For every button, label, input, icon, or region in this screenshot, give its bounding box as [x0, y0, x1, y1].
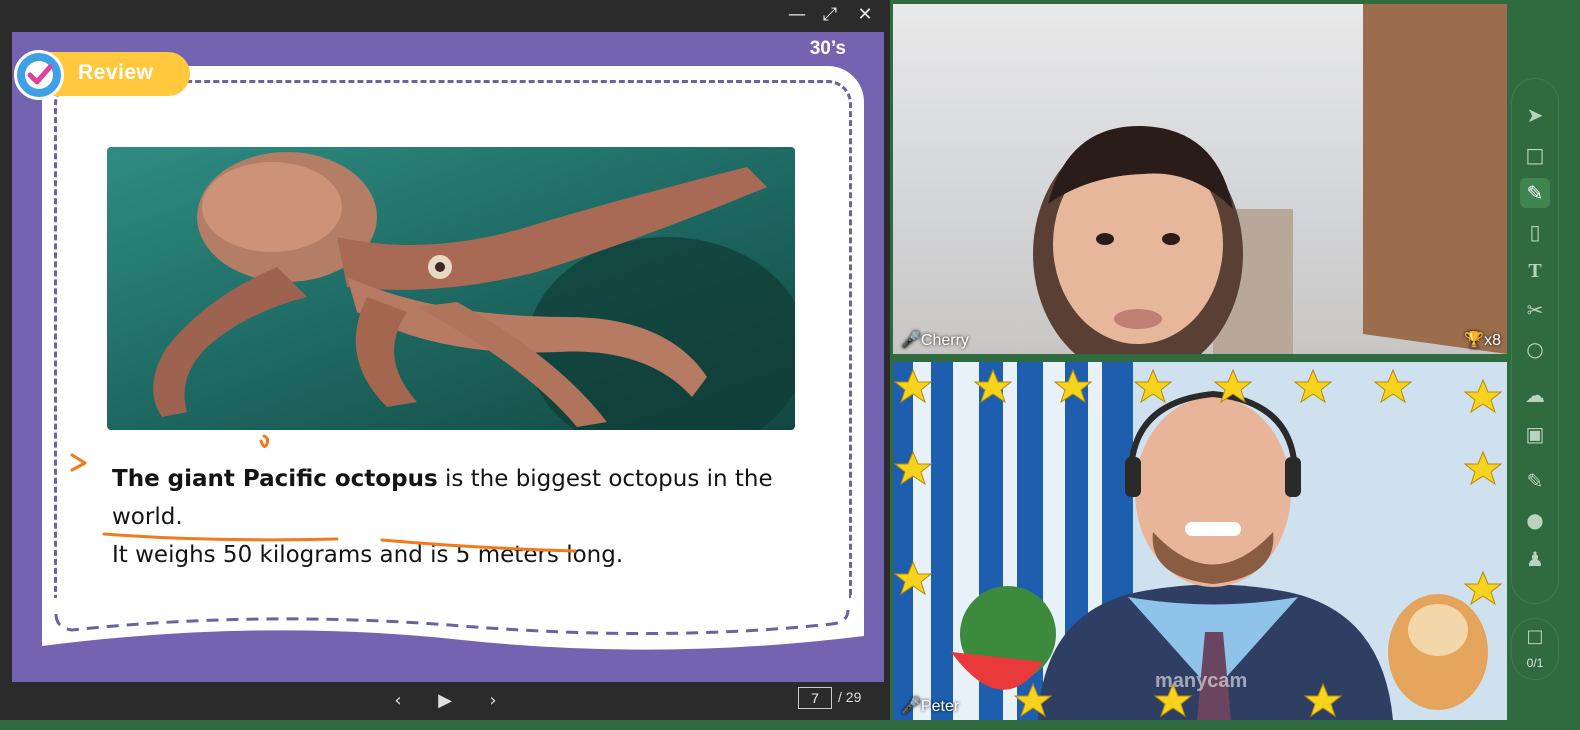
select-arrow-icon[interactable]: ➤ [1520, 100, 1550, 130]
review-label: Review [78, 61, 154, 84]
participant-name: 🎤Peter [901, 696, 959, 716]
toolbox-icon[interactable]: ▣ [1520, 419, 1550, 449]
users-icon[interactable]: ♟ [1520, 544, 1550, 574]
trophy-count: 🏆x8 [1464, 330, 1501, 350]
manycam-watermark: manycam [1155, 670, 1248, 692]
lesson-slide: 30’s Review The giant Pacific octopus is… [12, 32, 884, 682]
eraser-icon[interactable]: ▯ [1520, 217, 1550, 247]
slide-text-line-2: It weighs 50 kilograms and is 5 meters l… [112, 542, 624, 568]
video-tile-peter[interactable]: manycam 🎤Peter [893, 362, 1507, 720]
star-frame [893, 368, 1503, 718]
minimize-icon[interactable]: — [786, 4, 808, 26]
restore-icon[interactable]: ⤢ [819, 4, 841, 26]
page-number-input[interactable]: 7 [798, 687, 832, 709]
close-icon[interactable]: ✕ [854, 4, 876, 26]
slide-text: The giant Pacific octopus is the biggest… [112, 460, 842, 574]
slide-text-bold: The giant Pacific octopus [112, 466, 438, 492]
trophy-icon: 🏆 [1464, 332, 1485, 349]
page-total: / 29 [838, 689, 862, 705]
microphone-icon: 🎤 [901, 698, 921, 715]
chat-icon[interactable]: ● [1520, 505, 1550, 535]
chevron-left-icon[interactable]: ‹ [385, 688, 411, 714]
seat-icon: □ [1526, 626, 1544, 647]
slide-pager: ‹ ▶ › 7 / 29 [0, 682, 890, 720]
cloud-icon[interactable]: ☁ [1520, 380, 1550, 410]
participant-name-text: Peter [920, 698, 960, 715]
play-icon[interactable]: ▶ [432, 688, 458, 714]
pen-icon[interactable]: ✎ [1520, 178, 1550, 208]
trophy-count-text: x8 [1484, 332, 1501, 349]
video-tile-cherry[interactable]: 🎤Cherry 🏆x8 [893, 4, 1507, 354]
seat-counter[interactable]: □ 0/1 [1511, 618, 1559, 680]
courseware-window: — ⤢ ✕ 30’s Review The giant Pacific octo… [0, 0, 890, 720]
microphone-icon: 🎤 [901, 332, 921, 349]
window-titlebar: — ⤢ ✕ [0, 0, 890, 30]
card-wavy-bottom [42, 606, 864, 650]
scissors-icon[interactable]: ✂ [1520, 295, 1550, 325]
checkmark-icon [14, 50, 64, 100]
participant-name-text: Cherry [920, 332, 969, 349]
seat-counter-value: 0/1 [1526, 656, 1544, 670]
slide-timer: 30’s [809, 38, 846, 59]
laser-pointer-icon[interactable]: ○ [1520, 334, 1550, 364]
slide-text-line-1: The giant Pacific octopus is the biggest… [112, 460, 842, 536]
giant-pacific-octopus-photo [107, 147, 795, 430]
chevron-right-icon[interactable]: › [480, 688, 506, 714]
whiteboard-toolbar: ➤ □ ✎ ▯ T ✂ ○ ☁ ▣ ✎ ● ♟ [1511, 78, 1559, 604]
text-icon[interactable]: T [1520, 256, 1550, 286]
participant-name: 🎤Cherry [901, 330, 969, 350]
area-select-icon[interactable]: □ [1520, 140, 1550, 170]
edit-note-icon[interactable]: ✎ [1520, 466, 1550, 496]
